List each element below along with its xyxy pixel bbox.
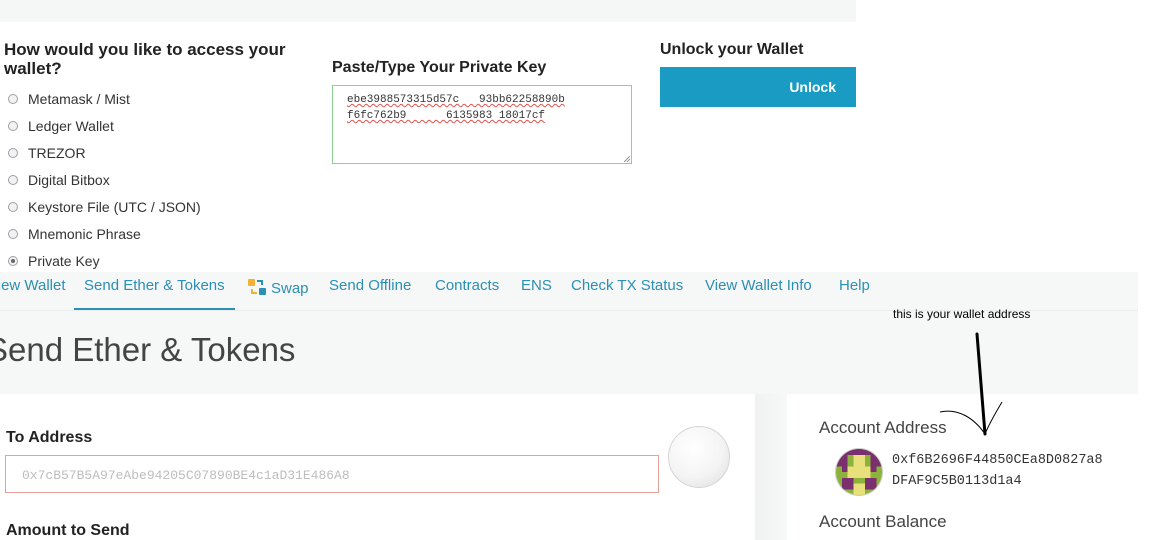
- radio-keystore-file[interactable]: Keystore File (UTC / JSON): [8, 194, 201, 221]
- account-address-line-1: 0xf6B2696F44850CEa8D0827a8: [892, 453, 1103, 468]
- tab-send-offline[interactable]: Send Offline: [329, 277, 411, 294]
- radio-label: Private Key: [28, 252, 100, 269]
- private-key-label: Paste/Type Your Private Key: [332, 59, 547, 76]
- account-identicon-avatar: [836, 449, 882, 495]
- private-key-value: ebe3988573315d57c 93bb62258890b f6fc762b…: [347, 92, 565, 124]
- amount-to-send-label: Amount to Send: [6, 522, 130, 539]
- private-key-line-2: f6fc762b9 6135983 18017cf: [347, 110, 546, 122]
- top-strip: [0, 0, 856, 22]
- to-address-placeholder: 0x7cB57B5A97eAbe94205C07890BE4c1aD31E486…: [22, 468, 350, 483]
- radio-button[interactable]: [8, 175, 18, 186]
- main-nav: View Wallet Send Ether & Tokens Swap Sen…: [0, 272, 1138, 311]
- radio-button[interactable]: [8, 121, 18, 132]
- radio-ledger[interactable]: Ledger Wallet: [8, 113, 201, 140]
- identicon-icon: [836, 449, 882, 495]
- account-address-line-2: DFAF9C5B0113d1a4: [892, 474, 1022, 489]
- unlock-button[interactable]: Unlock: [660, 67, 856, 107]
- to-address-input[interactable]: 0x7cB57B5A97eAbe94205C07890BE4c1aD31E486…: [5, 455, 659, 493]
- access-method-heading: How would you like to access your wallet…: [4, 40, 286, 78]
- radio-digital-bitbox[interactable]: Digital Bitbox: [8, 167, 201, 194]
- radio-button-selected[interactable]: [8, 255, 18, 266]
- private-key-textarea[interactable]: ebe3988573315d57c 93bb62258890b f6fc762b…: [332, 85, 632, 164]
- private-key-line-1: ebe3988573315d57c 93bb62258890b: [347, 94, 565, 106]
- panel-gutter: [755, 394, 787, 540]
- tab-check-tx-status[interactable]: Check TX Status: [571, 277, 683, 294]
- radio-label: Metamask / Mist: [28, 91, 130, 108]
- resize-grip-icon[interactable]: [624, 156, 630, 162]
- tab-swap[interactable]: Swap: [247, 277, 309, 297]
- tab-help[interactable]: Help: [839, 277, 870, 294]
- account-balance-label: Account Balance: [819, 512, 947, 531]
- tab-view-wallet-info[interactable]: View Wallet Info: [705, 277, 812, 294]
- account-address-value: 0xf6B2696F44850CEa8D0827a8 DFAF9C5B0113d…: [892, 450, 1103, 492]
- account-address-label: Account Address: [819, 418, 947, 437]
- radio-label: Mnemonic Phrase: [28, 225, 141, 242]
- page-title: Send Ether & Tokens: [0, 331, 296, 368]
- tab-send-ether-tokens[interactable]: Send Ether & Tokens: [74, 277, 235, 310]
- radio-trezor[interactable]: TREZOR: [8, 140, 201, 167]
- radio-button[interactable]: [8, 202, 18, 212]
- radio-private-key[interactable]: Private Key: [8, 247, 201, 274]
- radio-label: Ledger Wallet: [28, 118, 114, 135]
- annotation-text: this is your wallet address: [893, 307, 1031, 321]
- unlock-heading: Unlock your Wallet: [660, 41, 804, 58]
- radio-label: TREZOR: [28, 145, 86, 162]
- tab-contracts[interactable]: Contracts: [435, 277, 499, 294]
- radio-label: Digital Bitbox: [28, 172, 110, 189]
- tab-ens[interactable]: ENS: [521, 277, 552, 294]
- access-method-list: Metamask / Mist Ledger Wallet TREZOR Dig…: [8, 86, 201, 274]
- annotation-arrow-icon: [939, 332, 1003, 436]
- radio-mnemonic[interactable]: Mnemonic Phrase: [8, 220, 201, 247]
- radio-label: Keystore File (UTC / JSON): [28, 199, 201, 215]
- swap-icon: [248, 279, 266, 295]
- to-address-label: To Address: [6, 429, 93, 446]
- to-address-identicon: [668, 426, 730, 488]
- tab-view-wallet[interactable]: View Wallet: [0, 277, 66, 294]
- radio-button[interactable]: [8, 148, 18, 159]
- radio-button[interactable]: [8, 228, 18, 239]
- unlock-button-label: Unlock: [789, 79, 836, 95]
- radio-button[interactable]: [8, 94, 18, 105]
- tab-swap-label: Swap: [271, 280, 309, 297]
- radio-metamask[interactable]: Metamask / Mist: [8, 86, 201, 113]
